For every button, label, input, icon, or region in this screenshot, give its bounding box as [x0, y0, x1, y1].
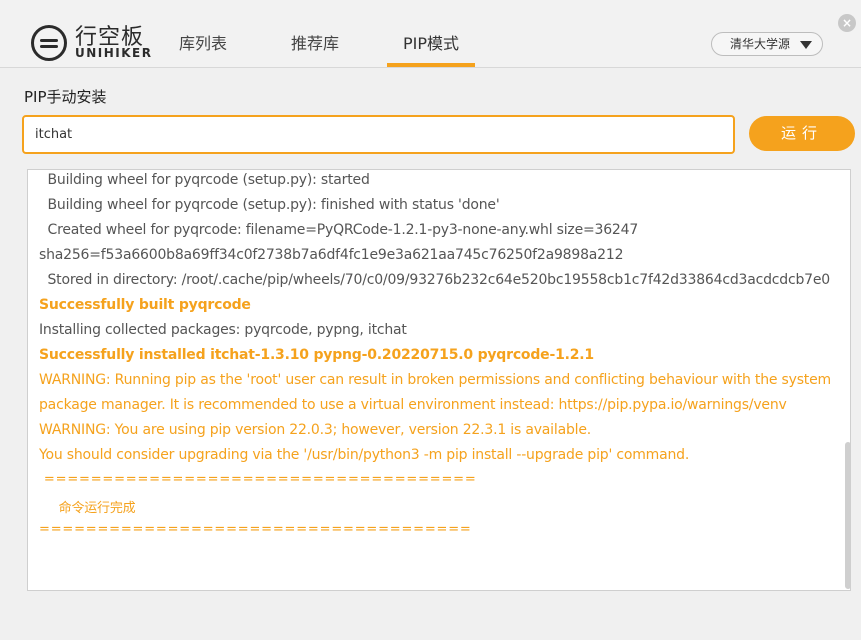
- tab-pip-mode[interactable]: PIP模式: [403, 30, 459, 54]
- pip-command-input[interactable]: itchat: [22, 115, 735, 154]
- console-line: WARNING: Running pip as the 'root' user …: [39, 372, 831, 388]
- logo-icon: [31, 25, 67, 61]
- logo-text-en: UNIHIKER: [75, 46, 153, 60]
- console-line: WARNING: You are using pip version 22.0.…: [39, 422, 591, 438]
- run-button[interactable]: 运行: [749, 116, 855, 151]
- console-line: 命令运行完成: [39, 501, 136, 516]
- console-line: Building wheel for pyqrcode (setup.py): …: [39, 172, 370, 188]
- console-line: Stored in directory: /root/.cache/pip/wh…: [39, 272, 831, 288]
- section-title: PIP手动安装: [24, 88, 107, 106]
- mirror-source-select[interactable]: 清华大学源: [711, 32, 823, 56]
- tab-library-list[interactable]: 库列表: [179, 30, 227, 54]
- console-line: Installing collected packages: pyqrcode,…: [39, 322, 407, 338]
- console-line: package manager. It is recommended to us…: [39, 397, 787, 413]
- mirror-source-label: 清华大学源: [730, 37, 791, 51]
- console-line: sha256=f53a6600b8a69ff34c0f2738b7a6df4fc…: [39, 247, 624, 263]
- output-console[interactable]: Building wheel for pyqrcode (setup.py): …: [27, 169, 851, 591]
- top-navigation-bar: 行空板 UNIHIKER 库列表 推荐库 PIP模式 清华大学源: [0, 0, 861, 68]
- console-line: You should consider upgrading via the '/…: [39, 447, 690, 463]
- console-line: Building wheel for pyqrcode (setup.py): …: [39, 197, 500, 213]
- scrollbar-thumb[interactable]: [845, 442, 850, 589]
- tab-recommended-library[interactable]: 推荐库: [291, 30, 339, 54]
- console-line: Successfully built pyqrcode: [39, 297, 251, 313]
- chevron-down-icon: [800, 41, 812, 49]
- active-tab-indicator: [387, 63, 475, 67]
- console-line: Created wheel for pyqrcode: filename=PyQ…: [39, 222, 639, 238]
- unihiker-logo: 行空板 UNIHIKER: [31, 21, 151, 65]
- close-icon[interactable]: ×: [838, 14, 856, 32]
- console-line: Successfully installed itchat-1.3.10 pyp…: [39, 347, 594, 363]
- console-line: =====================================: [39, 472, 477, 487]
- console-line: =====================================: [39, 522, 472, 537]
